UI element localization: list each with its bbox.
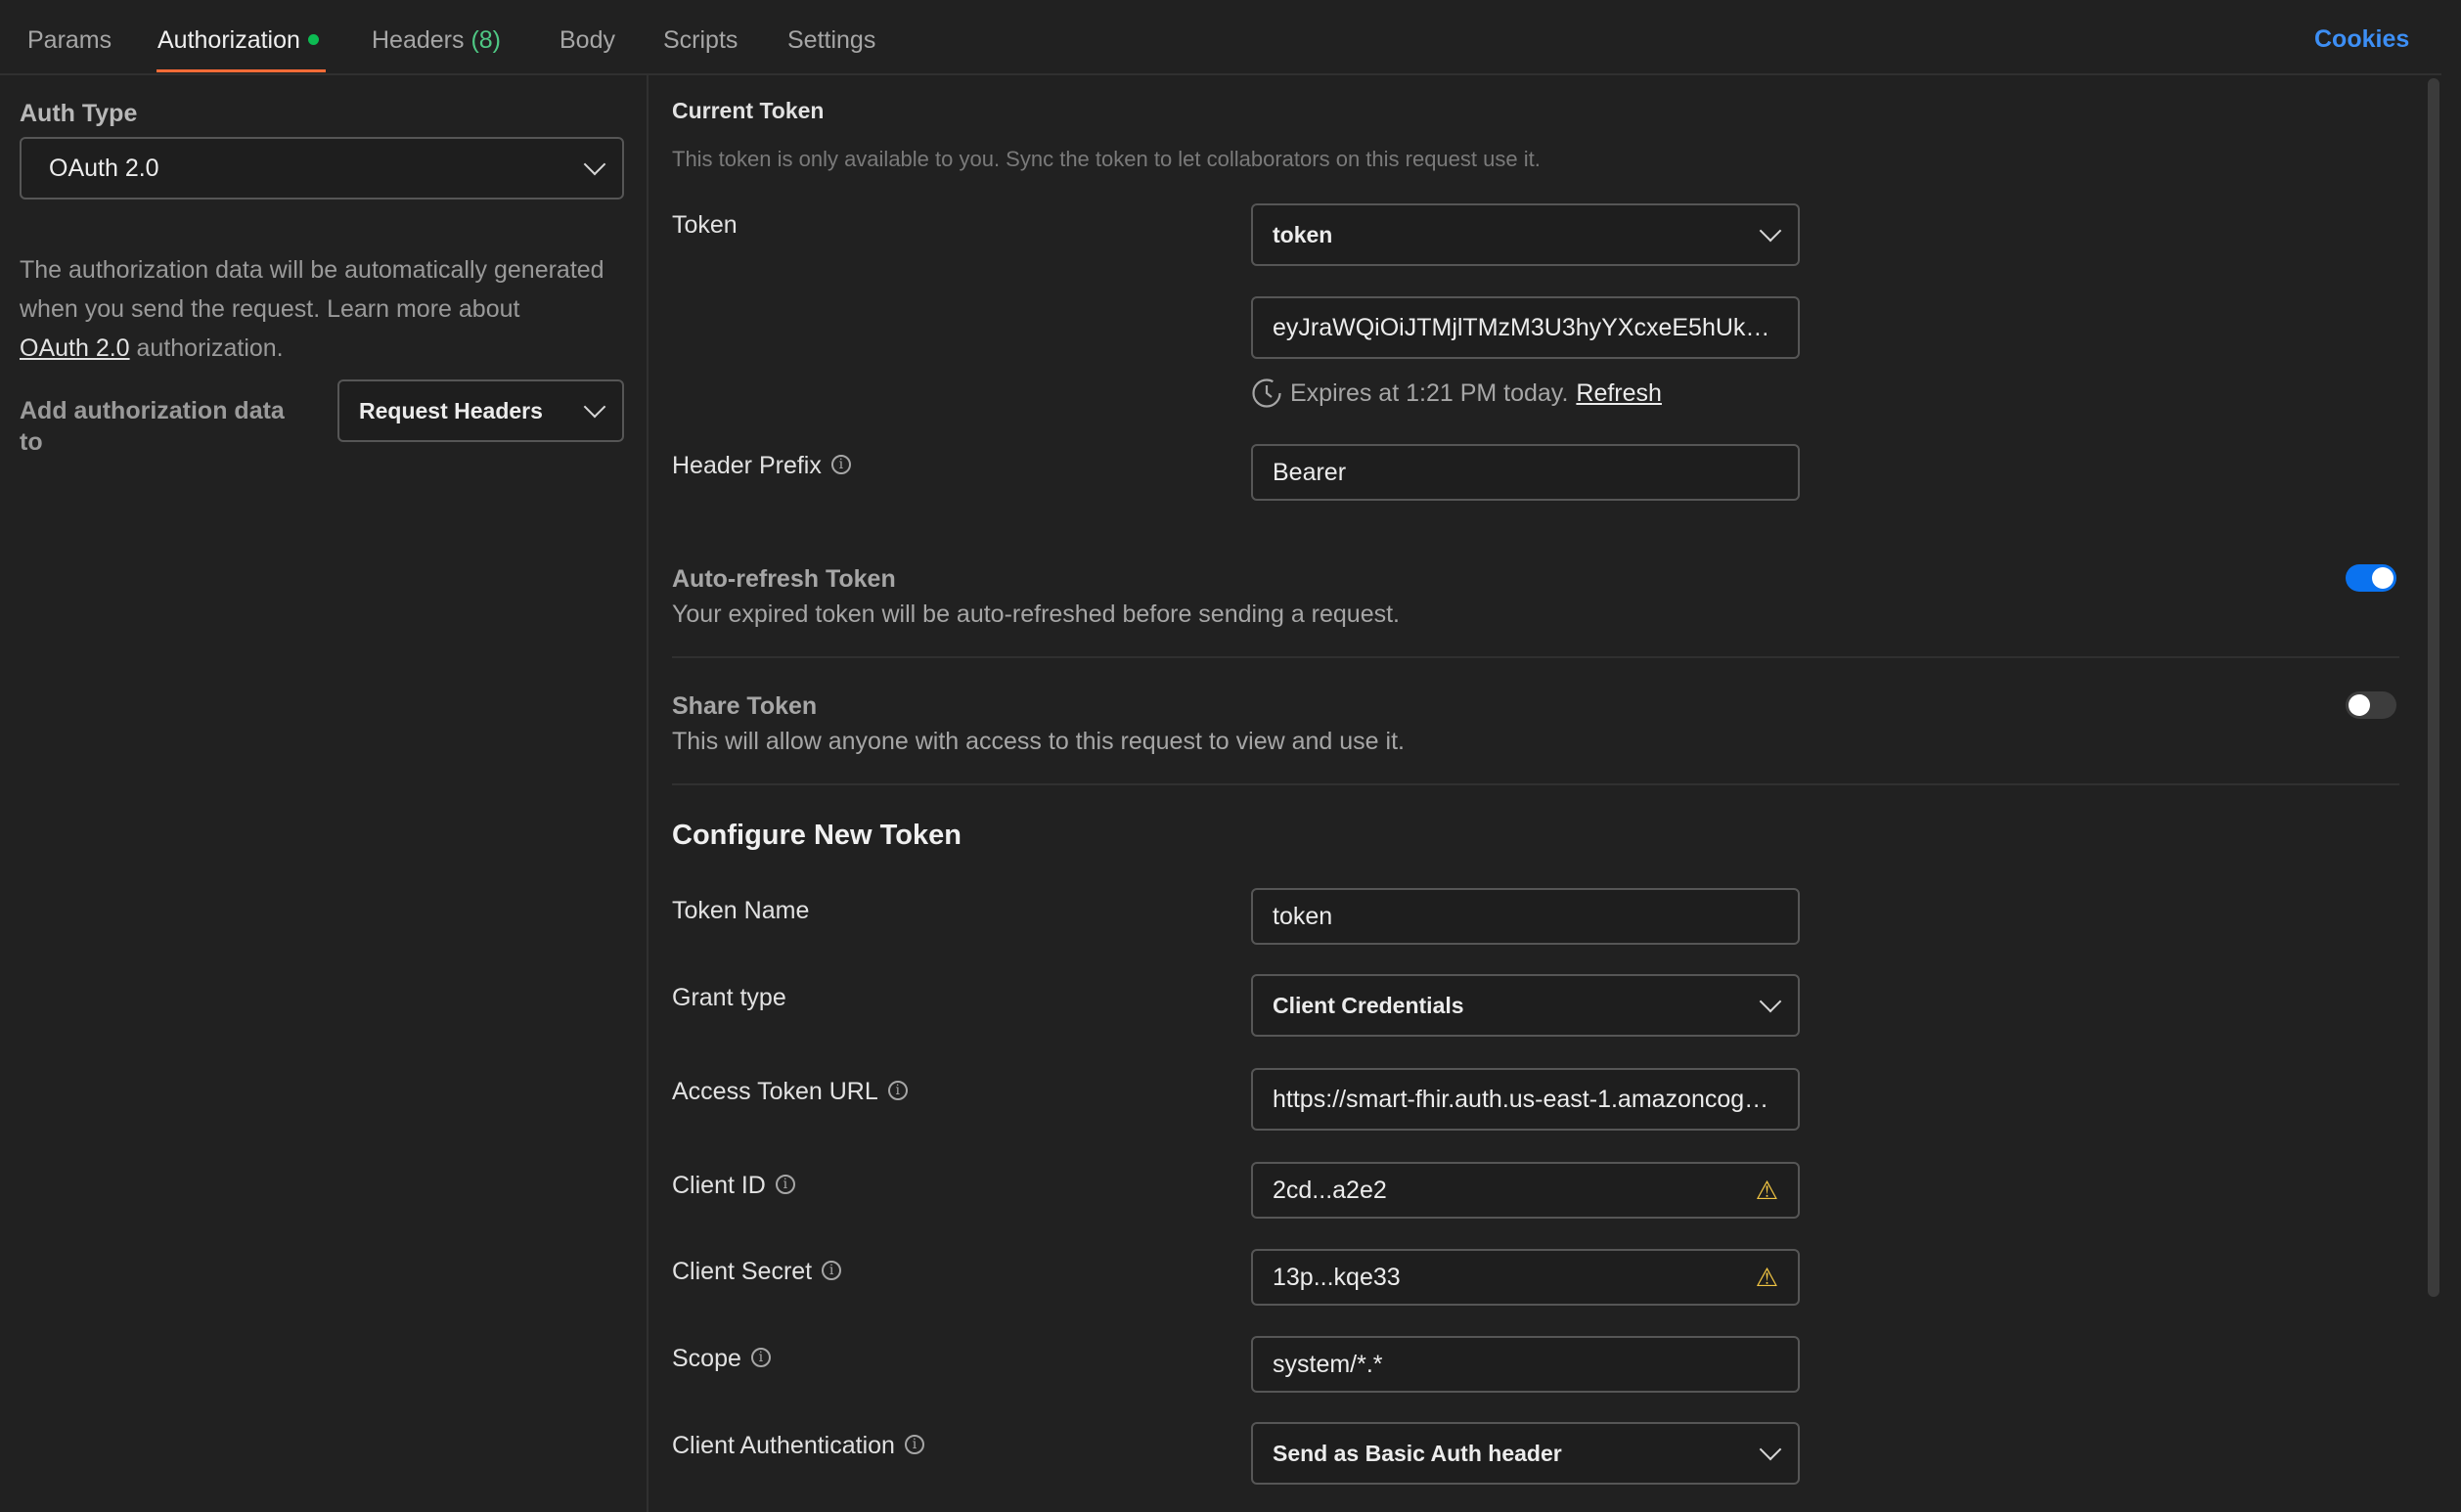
chevron-down-icon: [583, 153, 606, 176]
access-token-url-value: https://smart-fhir.auth.us-east-1.amazon…: [1273, 1085, 1778, 1113]
scope-label-text: Scope: [672, 1345, 741, 1372]
tab-headers[interactable]: Headers (8): [372, 25, 501, 55]
header-prefix-input[interactable]: Bearer: [1251, 444, 1800, 501]
add-auth-to-value: Request Headers: [359, 397, 543, 423]
grant-type-value: Client Credentials: [1273, 992, 1464, 1018]
refresh-token-link[interactable]: Refresh: [1576, 379, 1662, 408]
toggle-knob: [2349, 694, 2370, 716]
client-id-input[interactable]: 2cd...a2e2 ⚠: [1251, 1162, 1800, 1219]
header-prefix-label: Header Prefix i: [672, 452, 851, 480]
auto-refresh-description: Your expired token will be auto-refreshe…: [672, 600, 1400, 628]
scope-input[interactable]: system/*.*: [1251, 1336, 1800, 1393]
warning-icon[interactable]: ⚠: [1756, 1263, 1778, 1293]
token-name-input[interactable]: token: [1251, 888, 1800, 945]
client-id-label-text: Client ID: [672, 1172, 766, 1199]
token-select[interactable]: token: [1251, 203, 1800, 266]
scope-label: Scope i: [672, 1345, 771, 1373]
request-tabs: Params Authorization Headers (8) Body Sc…: [0, 0, 2441, 75]
warning-icon[interactable]: ⚠: [1756, 1176, 1778, 1206]
auth-description: The authorization data will be automatic…: [20, 250, 604, 368]
tab-body[interactable]: Body: [559, 25, 615, 55]
client-id-label: Client ID i: [672, 1172, 795, 1200]
token-expiry: Expires at 1:21 PM today. Refresh: [1251, 378, 1662, 409]
auth-description-line: when you send the request. Learn more ab…: [20, 295, 520, 323]
section-divider: [672, 783, 2399, 785]
expires-text: Expires at 1:21 PM today.: [1290, 378, 1569, 407]
add-auth-to-label-line: Add authorization data: [20, 397, 285, 424]
info-icon[interactable]: i: [822, 1261, 842, 1281]
share-token-toggle[interactable]: [2346, 691, 2396, 719]
info-icon[interactable]: i: [775, 1175, 795, 1195]
client-secret-label-text: Client Secret: [672, 1258, 813, 1285]
current-token-heading: Current Token: [672, 98, 825, 123]
auth-type-select[interactable]: OAuth 2.0: [20, 137, 624, 200]
access-token-url-label-text: Access Token URL: [672, 1078, 878, 1105]
tab-label: Authorization: [157, 26, 300, 54]
token-label: Token: [672, 211, 738, 239]
auth-description-line: authorization.: [129, 334, 284, 362]
headers-count-badge: (8): [470, 26, 502, 54]
header-prefix-value: Bearer: [1273, 458, 1347, 486]
section-divider: [672, 656, 2399, 658]
tab-params[interactable]: Params: [27, 25, 112, 55]
access-token-url-input[interactable]: https://smart-fhir.auth.us-east-1.amazon…: [1251, 1068, 1800, 1131]
configure-token-heading: Configure New Token: [672, 820, 962, 851]
header-prefix-label-text: Header Prefix: [672, 452, 822, 479]
tab-authorization[interactable]: Authorization: [157, 25, 319, 55]
oauth-docs-link[interactable]: OAuth 2.0: [20, 334, 130, 362]
info-icon[interactable]: i: [830, 455, 851, 475]
auth-type-label: Auth Type: [20, 100, 138, 127]
status-dot-icon: [307, 33, 319, 45]
add-auth-to-select[interactable]: Request Headers: [337, 379, 624, 442]
auth-type-value: OAuth 2.0: [49, 154, 159, 182]
client-secret-input[interactable]: 13p...kqe33 ⚠: [1251, 1249, 1800, 1306]
tab-label: Body: [559, 26, 615, 54]
add-auth-to-label-line: to: [20, 428, 43, 456]
chevron-down-icon: [1759, 1438, 1782, 1461]
add-auth-to-label: Add authorization data to: [20, 395, 285, 458]
chevron-down-icon: [1759, 219, 1782, 243]
clock-icon: [1252, 378, 1281, 408]
tab-label: Headers: [372, 26, 465, 54]
active-tab-indicator: [157, 69, 326, 72]
token-select-value: token: [1273, 221, 1333, 247]
grant-type-select[interactable]: Client Credentials: [1251, 974, 1800, 1037]
tab-scripts[interactable]: Scripts: [663, 25, 738, 55]
chevron-down-icon: [1759, 990, 1782, 1013]
cookies-link[interactable]: Cookies: [2314, 25, 2409, 54]
share-token-description: This will allow anyone with access to th…: [672, 728, 1405, 755]
scope-value: system/*.*: [1273, 1350, 1383, 1378]
toggle-knob: [2372, 567, 2394, 589]
tab-settings[interactable]: Settings: [787, 25, 875, 55]
client-secret-label: Client Secret i: [672, 1258, 842, 1286]
client-id-value: 2cd...a2e2: [1273, 1176, 1387, 1204]
token-value: eyJraWQiOiJTMjlTMzM3U3hyYXcxeE5hUkVpaGVn…: [1273, 313, 1778, 341]
tab-label: Scripts: [663, 26, 738, 54]
client-authentication-label: Client Authentication i: [672, 1432, 924, 1460]
access-token-url-label: Access Token URL i: [672, 1078, 908, 1106]
grant-type-label: Grant type: [672, 984, 786, 1011]
info-icon[interactable]: i: [904, 1435, 924, 1455]
tab-label: Params: [27, 26, 112, 54]
chevron-down-icon: [583, 395, 606, 419]
client-authentication-select[interactable]: Send as Basic Auth header: [1251, 1422, 1800, 1485]
share-token-title: Share Token: [672, 692, 818, 720]
client-secret-value: 13p...kqe33: [1273, 1263, 1401, 1291]
scrollbar[interactable]: [2428, 78, 2439, 1297]
info-icon[interactable]: i: [887, 1081, 908, 1101]
auth-description-line: The authorization data will be automatic…: [20, 256, 604, 284]
tab-label: Settings: [787, 26, 876, 54]
token-value-field[interactable]: eyJraWQiOiJTMjlTMzM3U3hyYXcxeE5hUkVpaGVn…: [1251, 296, 1800, 359]
panel-divider: [647, 75, 649, 1512]
current-token-note: This token is only available to you. Syn…: [672, 147, 1541, 171]
client-authentication-label-text: Client Authentication: [672, 1432, 895, 1459]
token-name-label: Token Name: [672, 897, 810, 924]
auto-refresh-toggle[interactable]: [2346, 564, 2396, 592]
client-authentication-value: Send as Basic Auth header: [1273, 1440, 1562, 1466]
auto-refresh-title: Auto-refresh Token: [672, 565, 896, 593]
token-name-value: token: [1273, 902, 1333, 930]
info-icon[interactable]: i: [750, 1348, 771, 1368]
